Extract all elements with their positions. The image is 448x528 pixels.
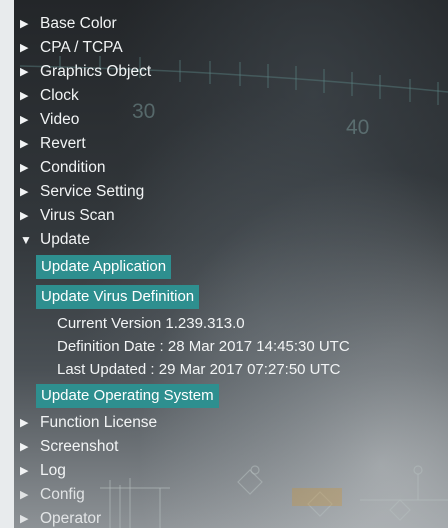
- update-application-button[interactable]: Update Application: [36, 255, 172, 279]
- menu-item-clock[interactable]: ▶ Clock: [20, 84, 440, 108]
- update-application-row: Update Application: [20, 252, 440, 282]
- expand-arrow-icon: ▶: [20, 66, 29, 78]
- menu-item-label: Operator: [40, 510, 102, 527]
- menu-item-cpa-tcpa[interactable]: ▶ CPA / TCPA: [20, 36, 440, 60]
- menu-item-label: Config: [40, 486, 85, 503]
- expand-arrow-icon: ▶: [20, 210, 29, 222]
- update-operating-system-button[interactable]: Update Operating System: [36, 384, 219, 408]
- menu-item-base-color[interactable]: ▶ Base Color: [20, 12, 440, 36]
- menu-item-virus-scan[interactable]: ▶ Virus Scan: [20, 204, 440, 228]
- menu-item-label: Update: [40, 231, 90, 248]
- collapse-arrow-icon: ▼: [20, 233, 32, 247]
- menu-item-label: Condition: [40, 159, 106, 176]
- update-operating-system-row: Update Operating System: [20, 381, 440, 411]
- menu-item-label: Clock: [40, 87, 79, 104]
- menu-item-label: CPA / TCPA: [40, 39, 123, 56]
- menu-item-log[interactable]: ▶ Log: [20, 459, 440, 483]
- menu-item-label: Function License: [40, 414, 158, 431]
- last-updated-text: Last Updated : 29 Mar 2017 07:27:50 UTC: [57, 361, 341, 378]
- menu-item-update[interactable]: ▼ Update: [20, 228, 440, 252]
- update-virus-definition-row: Update Virus Definition: [20, 282, 440, 312]
- menu-item-function-license[interactable]: ▶ Function License: [20, 411, 440, 435]
- expand-arrow-icon: ▶: [20, 42, 29, 54]
- expand-arrow-icon: ▶: [20, 186, 29, 198]
- menu-item-label: Revert: [40, 135, 86, 152]
- menu-item-label: Log: [40, 462, 66, 479]
- expand-arrow-icon: ▶: [20, 114, 29, 126]
- menu-item-operator[interactable]: ▶ Operator: [20, 507, 440, 528]
- menu-item-video[interactable]: ▶ Video: [20, 108, 440, 132]
- menu-item-label: Screenshot: [40, 438, 119, 455]
- expand-arrow-icon: ▶: [20, 162, 29, 174]
- menu-item-config[interactable]: ▶ Config: [20, 483, 440, 507]
- menu-item-service-setting[interactable]: ▶ Service Setting: [20, 180, 440, 204]
- expand-arrow-icon: ▶: [20, 18, 29, 30]
- menu-item-screenshot[interactable]: ▶ Screenshot: [20, 435, 440, 459]
- menu-item-label: Service Setting: [40, 183, 145, 200]
- expand-arrow-icon: ▶: [20, 513, 29, 525]
- left-window-edge: [0, 0, 14, 528]
- expand-arrow-icon: ▶: [20, 465, 29, 477]
- update-virus-definition-button[interactable]: Update Virus Definition: [36, 285, 200, 309]
- menu-item-label: Graphics Object: [40, 63, 152, 80]
- settings-menu: ▶ Base Color ▶ CPA / TCPA ▶ Graphics Obj…: [20, 12, 440, 528]
- definition-date-text: Definition Date : 28 Mar 2017 14:45:30 U…: [57, 338, 350, 355]
- expand-arrow-icon: ▶: [20, 138, 29, 150]
- menu-item-label: Video: [40, 111, 80, 128]
- menu-item-graphics-object[interactable]: ▶ Graphics Object: [20, 60, 440, 84]
- expand-arrow-icon: ▶: [20, 90, 29, 102]
- expand-arrow-icon: ▶: [20, 489, 29, 501]
- menu-item-label: Virus Scan: [40, 207, 115, 224]
- expand-arrow-icon: ▶: [20, 441, 29, 453]
- menu-item-condition[interactable]: ▶ Condition: [20, 156, 440, 180]
- menu-item-revert[interactable]: ▶ Revert: [20, 132, 440, 156]
- current-version-text: Current Version 1.239.313.0: [57, 315, 245, 332]
- menu-item-label: Base Color: [40, 15, 117, 32]
- expand-arrow-icon: ▶: [20, 417, 29, 429]
